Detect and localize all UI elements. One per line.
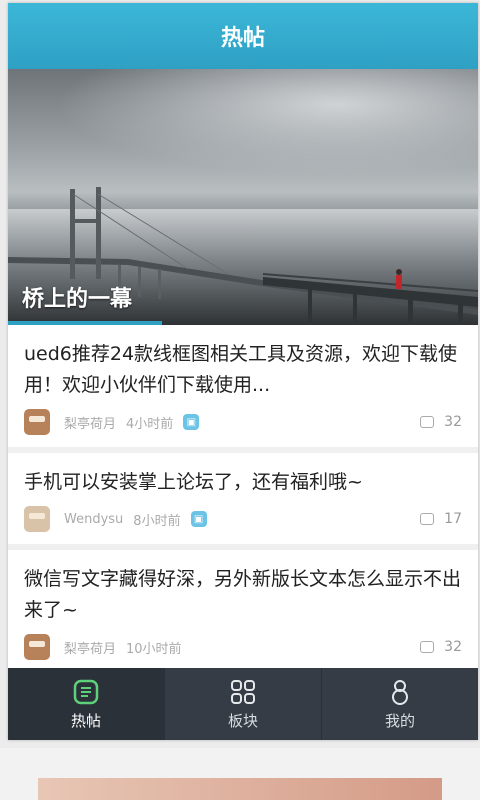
post-item[interactable]: 微信写文字藏得好深，另外新版长文本怎么显示不出来了~ 梨亭荷月 10小时前 32 (8, 550, 478, 678)
grid-icon (231, 679, 255, 704)
top-bar: 热帖 (8, 3, 478, 69)
ad-banner-fragment (38, 778, 442, 800)
page-title: 热帖 (220, 26, 265, 51)
below-screen-area (0, 748, 480, 800)
tab-profile[interactable]: 我的 (322, 668, 478, 740)
banner-indicator (8, 321, 162, 325)
post-time: 10小时前 (126, 641, 182, 657)
comment-icon (420, 513, 435, 525)
comment-icon (420, 416, 435, 428)
post-item[interactable]: ued6推荐24款线框图相关工具及资源，欢迎下载使用！欢迎小伙伴们下载使用...… (8, 325, 478, 453)
app-screen: 热帖 桥上的一幕 ued6推荐24款线框图相关工具及资源，欢迎下载使用！欢迎小伙… (8, 3, 478, 740)
banner-caption: 桥上的一幕 (22, 287, 133, 312)
tab-sections[interactable]: 板块 (165, 668, 321, 740)
comment-count: 32 (444, 414, 462, 430)
post-author: Wendysu (64, 511, 124, 527)
tab-label: 热帖 (70, 711, 101, 730)
post-item[interactable]: 手机可以安装掌上论坛了，还有福利哦~ Wendysu 8小时前 ▣ 17 (8, 453, 478, 550)
tab-label: 我的 (384, 711, 415, 730)
app-badge-icon: ▣ (183, 414, 200, 430)
avatar[interactable] (24, 409, 50, 435)
post-meta: 梨亭荷月 10小时前 32 (24, 632, 462, 662)
post-time: 4小时前 (126, 416, 174, 432)
post-time: 8小时前 (133, 513, 181, 529)
post-author: 梨亭荷月 (64, 641, 117, 657)
avatar[interactable] (24, 634, 50, 660)
featured-banner[interactable]: 桥上的一幕 (8, 69, 478, 325)
hot-posts-icon (73, 679, 99, 704)
profile-icon (392, 679, 408, 705)
tab-label: 板块 (227, 711, 258, 730)
comment-count: 17 (444, 511, 462, 527)
post-author: 梨亭荷月 (64, 416, 117, 432)
post-title: ued6推荐24款线框图相关工具及资源，欢迎下载使用！欢迎小伙伴们下载使用... (24, 343, 458, 396)
avatar[interactable] (24, 506, 50, 532)
app-badge-icon: ▣ (190, 511, 207, 527)
bottom-tab-bar: 热帖 板块 我的 (8, 668, 478, 740)
comment-count: 32 (444, 639, 462, 655)
comment-icon (420, 641, 435, 653)
post-meta: 梨亭荷月 4小时前 ▣ 32 (24, 407, 462, 437)
post-title: 微信写文字藏得好深，另外新版长文本怎么显示不出来了~ (24, 568, 462, 621)
tab-hot-posts[interactable]: 热帖 (8, 668, 164, 740)
post-meta: Wendysu 8小时前 ▣ 17 (24, 504, 462, 534)
post-title: 手机可以安装掌上论坛了，还有福利哦~ (24, 471, 363, 493)
